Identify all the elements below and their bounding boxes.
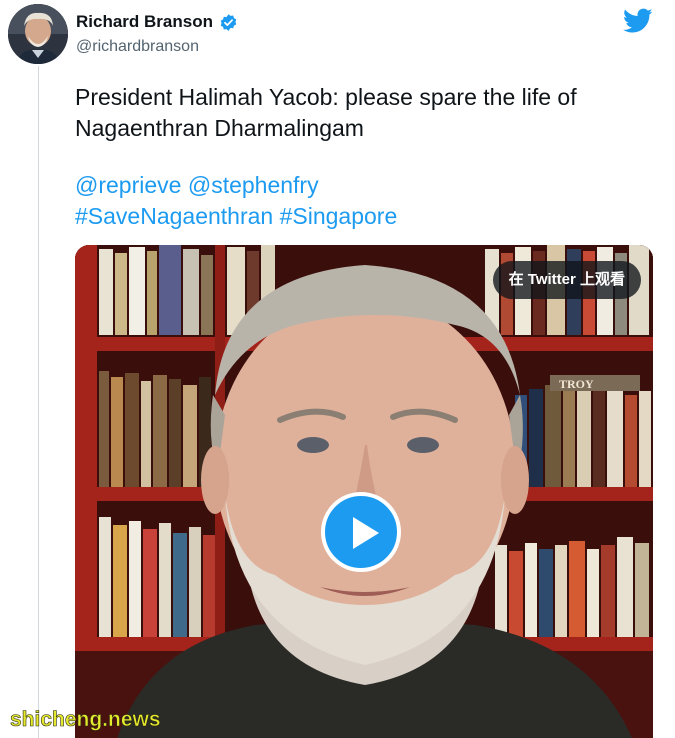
tweet-text-line-1: President Halimah Yacob: please spare th… [75,84,577,110]
tweet-text-line-2: Nagaenthran Dharmalingam [75,115,364,141]
author-name-row: Richard Branson [76,12,238,32]
verified-badge-icon [219,13,238,32]
mentions-line: @reprieve @stephenfry [75,170,655,201]
mention-reprieve-link[interactable]: @reprieve [75,172,181,198]
book-spine-troy: TROY [559,377,594,391]
author-display-name[interactable]: Richard Branson [76,12,213,32]
watch-on-twitter-button[interactable]: 在 Twitter 上观看 [492,261,641,299]
hashtag-savenagaenthran-link[interactable]: #SaveNagaenthran [75,203,273,229]
author-handle[interactable]: @richardbranson [76,38,199,56]
hashtag-singapore-link[interactable]: #Singapore [280,203,398,229]
thread-divider [38,66,39,738]
mention-stephenfry-link[interactable]: @stephenfry [188,172,319,198]
avatar[interactable] [8,4,68,64]
play-icon [353,517,379,549]
play-button[interactable] [321,492,401,572]
avatar-image [8,4,68,64]
tweet-text: President Halimah Yacob: please spare th… [75,82,655,232]
twitter-bird-icon[interactable] [623,8,653,34]
video-player[interactable]: TROY 在 Twitter 上观看 [75,245,653,738]
tweet-embed: Richard Branson @richardbranson Presiden… [0,0,675,738]
hashtags-line: #SaveNagaenthran #Singapore [75,201,655,232]
watermark-text: shicheng.news [10,708,161,732]
